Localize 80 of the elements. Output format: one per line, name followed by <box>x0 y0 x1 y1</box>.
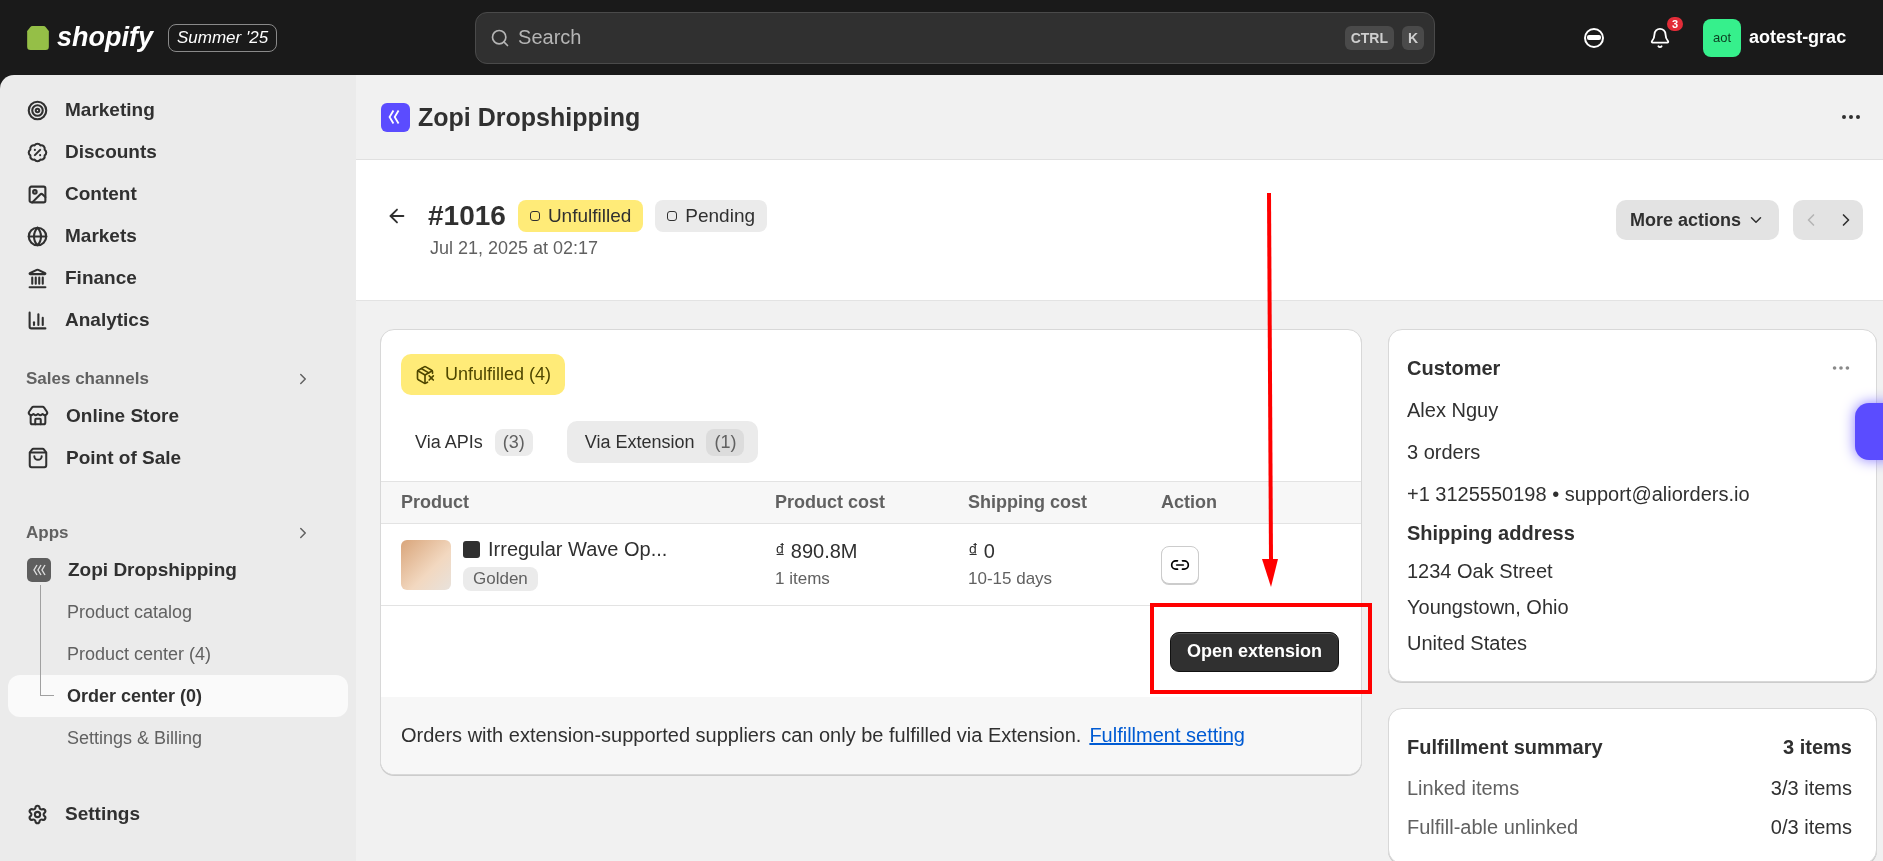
order-number: #1016 <box>428 200 506 232</box>
app-title: Zopi Dropshipping <box>418 102 642 132</box>
floating-button[interactable] <box>1855 403 1883 460</box>
nav-item[interactable]: Markets <box>14 215 342 257</box>
notification-count: 3 <box>1667 16 1684 31</box>
image-icon <box>27 183 48 205</box>
package-icon <box>415 364 435 385</box>
summary-label: Fulfill-able unlinked <box>1407 816 1579 839</box>
percent-badge-icon <box>27 141 48 163</box>
more-actions-button[interactable]: More actions <box>1615 200 1779 240</box>
bell-icon <box>1649 26 1672 49</box>
globe-icon <box>27 225 48 247</box>
customer-info: Alex Nguy <box>1407 397 1500 423</box>
nav-item[interactable]: Point of Sale <box>14 437 342 479</box>
unfulfilled-badge: Unfulfilled (4) <box>401 354 566 395</box>
shipping-time: 10-15 days <box>968 569 1054 589</box>
note-text: Orders with extension-supported suppliers can only be fulfilled via Extension. <box>401 724 1082 747</box>
product-name[interactable]: Irregular Wave Op... <box>488 538 668 561</box>
total-items: 3 items <box>1783 735 1852 759</box>
logo[interactable]: shopify <box>25 22 168 53</box>
customer-info: +1 3125550198 • support@aliorders.io <box>1407 481 1751 507</box>
address-line: Youngstown, Ohio <box>1407 594 1570 620</box>
shipping-cost: ₫ 0 <box>968 540 996 563</box>
variant-tag: Golden <box>463 567 538 591</box>
order-date: Jul 21, 2025 at 02:17 <box>430 238 600 259</box>
keyboard-key: CTRL <box>1344 25 1394 50</box>
search-icon <box>490 27 511 48</box>
status-badge: Pending <box>655 200 768 232</box>
nav-item[interactable]: Marketing <box>14 89 342 131</box>
sub-nav-item[interactable]: Order center (0) <box>8 675 348 717</box>
nav-item[interactable]: Content <box>14 173 342 215</box>
summary-value: 3/3 items <box>1770 777 1852 800</box>
column-header: Shipping cost <box>968 481 1161 524</box>
sub-nav-item[interactable]: Settings & Billing <box>8 717 348 759</box>
section-title: Shipping address <box>1407 522 1576 545</box>
store-avatar[interactable]: aot <box>1703 18 1742 57</box>
search-placeholder: Search <box>518 26 583 49</box>
customer-info: 3 orders <box>1407 439 1482 465</box>
supplier-icon <box>463 541 480 558</box>
sub-nav-item[interactable]: Product catalog <box>8 591 348 633</box>
status-badge: Unfulfilled <box>517 200 644 232</box>
nav-item[interactable]: Settings <box>14 793 342 835</box>
section-heading: Apps <box>26 523 69 543</box>
nav-item[interactable]: Discounts <box>14 131 342 173</box>
card-title: Customer <box>1407 356 1501 380</box>
store-icon <box>27 405 49 427</box>
nav-item[interactable]: Zopi Dropshipping <box>14 549 342 591</box>
sub-nav-item[interactable]: Product center (4) <box>8 633 348 675</box>
notifications-button[interactable]: 3 <box>1639 16 1682 59</box>
summary-label: Linked items <box>1407 777 1520 800</box>
photo-placeholder <box>401 539 451 590</box>
search-field[interactable]: Search CTRL K <box>475 11 1436 64</box>
target-icon <box>27 99 48 121</box>
app-logo <box>381 102 410 132</box>
store-name[interactable]: aotest-grac <box>1749 27 1847 48</box>
product-cost: ₫ 890.8M <box>775 540 859 563</box>
nav-item[interactable]: Finance <box>14 257 342 299</box>
section-heading: Sales channels <box>26 369 149 389</box>
tab[interactable]: Via Extension (1) <box>566 421 759 463</box>
column-header: Product <box>381 481 775 524</box>
keyboard-key: K <box>1402 25 1425 50</box>
address-line: 1234 Oak Street <box>1407 558 1554 584</box>
bar-chart-icon <box>27 309 48 331</box>
card-title: Fulfillment summary <box>1407 735 1603 759</box>
edition-badge: Summer '25 <box>168 23 278 52</box>
settings-icon <box>27 803 48 825</box>
column-header: Product cost <box>775 481 968 524</box>
nav-item[interactable]: Online Store <box>14 395 342 437</box>
fulfillment-setting-link[interactable]: Fulfillment setting <box>1089 724 1245 747</box>
bank-icon <box>27 267 48 289</box>
open-extension-button[interactable]: Open extension <box>1169 631 1339 672</box>
column-header: Action <box>1161 481 1361 524</box>
nav-item[interactable]: Analytics <box>14 299 342 341</box>
address-line: United States <box>1407 630 1529 656</box>
tab[interactable]: Via APIs (3) <box>397 421 547 463</box>
summary-value: 0/3 items <box>1770 816 1852 839</box>
logo-text: shopify <box>57 22 153 53</box>
quantity: 1 items <box>775 569 831 589</box>
link-button[interactable] <box>1161 545 1199 584</box>
app-icon <box>27 558 51 582</box>
